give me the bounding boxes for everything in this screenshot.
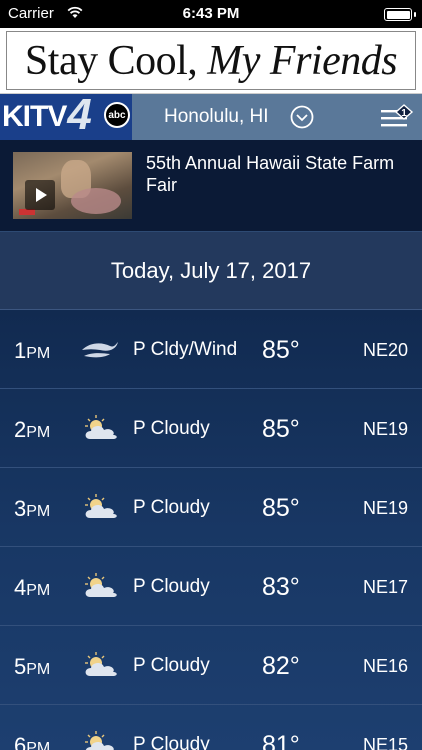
- logo-number: 4: [67, 90, 92, 139]
- logo-text: KITV: [2, 100, 67, 133]
- condition-label: P Cloudy: [133, 497, 210, 518]
- temperature-label: 85°: [262, 415, 300, 443]
- temperature-label: 82°: [262, 652, 300, 680]
- hour-row[interactable]: 1PM P Cldy/Wind 85° NE20: [0, 310, 422, 389]
- news-thumbnail[interactable]: [13, 152, 132, 219]
- temperature-label: 83°: [262, 573, 300, 601]
- forecast-date: Today, July 17, 2017: [0, 232, 422, 310]
- hour-row[interactable]: 2PM P Cloudy 85° NE19: [0, 389, 422, 468]
- forecast-date-label: Today, July 17, 2017: [110, 257, 312, 283]
- wind-label: NE17: [362, 577, 408, 597]
- condition-label: P Cloudy: [133, 576, 210, 597]
- partly-cloudy-icon: [85, 731, 114, 750]
- condition-label: P Cldy/Wind: [133, 339, 238, 360]
- ad-text-regular: Stay Cool,: [24, 37, 198, 84]
- wind-label: NE19: [362, 498, 408, 518]
- hour-row[interactable]: 5PM P Cloudy 82° NE16: [0, 626, 422, 705]
- hour-row[interactable]: 4PM P Cloudy 83° NE17: [0, 547, 422, 626]
- station-logo[interactable]: KITV 4 abc: [0, 90, 132, 140]
- hour-label: 5PM: [14, 654, 51, 679]
- partly-cloudy-icon: [85, 415, 117, 439]
- wind-label: NE20: [362, 340, 408, 360]
- status-time: 6:43 PM: [182, 5, 240, 22]
- wind-label: NE15: [362, 735, 408, 750]
- hour-row[interactable]: 6PM P Cloudy 81° NE15: [0, 705, 422, 750]
- hourly-forecast-list[interactable]: 1PM P Cldy/Wind 85° NE20 2PM P Cloudy 85…: [0, 310, 422, 750]
- news-item[interactable]: 55th Annual Hawaii State Farm Fair: [0, 140, 422, 232]
- hour-label: 2PM: [14, 417, 51, 442]
- partly-cloudy-icon: [85, 573, 117, 597]
- status-bar: Carrier 6:43 PM: [0, 0, 422, 28]
- chevron-down-icon[interactable]: [290, 105, 314, 129]
- condition-label: P Cloudy: [133, 418, 210, 439]
- menu-icon[interactable]: 1: [380, 104, 414, 132]
- temperature-label: 85°: [262, 336, 300, 364]
- condition-label: P Cloudy: [133, 734, 210, 750]
- app-header: KITV 4 abc Honolulu, HI 1: [0, 90, 422, 140]
- ad-text-italic: My Friends: [207, 37, 398, 84]
- notification-badge: 1: [401, 108, 407, 119]
- news-title[interactable]: 55th Annual Hawaii State Farm Fair: [146, 152, 406, 196]
- condition-label: P Cloudy: [133, 655, 210, 676]
- partly-cloudy-icon: [85, 652, 117, 676]
- wind-label: NE19: [362, 419, 408, 439]
- ad-banner[interactable]: Stay Cool, My Friends: [0, 28, 422, 94]
- play-icon[interactable]: [25, 180, 55, 210]
- temperature-label: 85°: [262, 494, 300, 522]
- hour-label: 3PM: [14, 496, 51, 521]
- hour-label: 4PM: [14, 575, 51, 600]
- hour-label: 6PM: [14, 733, 51, 750]
- hour-row[interactable]: 3PM P Cloudy 85° NE19: [0, 468, 422, 547]
- abc-badge: abc: [104, 102, 130, 128]
- battery-icon: [384, 8, 416, 21]
- partly-cloudy-icon: [85, 494, 117, 518]
- wind-icon: [82, 342, 118, 358]
- hour-label: 1PM: [14, 338, 51, 363]
- wind-label: NE16: [362, 656, 408, 676]
- location-label[interactable]: Honolulu, HI: [164, 106, 269, 128]
- temperature-label: 81°: [262, 731, 300, 750]
- ad-content[interactable]: Stay Cool, My Friends: [6, 31, 416, 90]
